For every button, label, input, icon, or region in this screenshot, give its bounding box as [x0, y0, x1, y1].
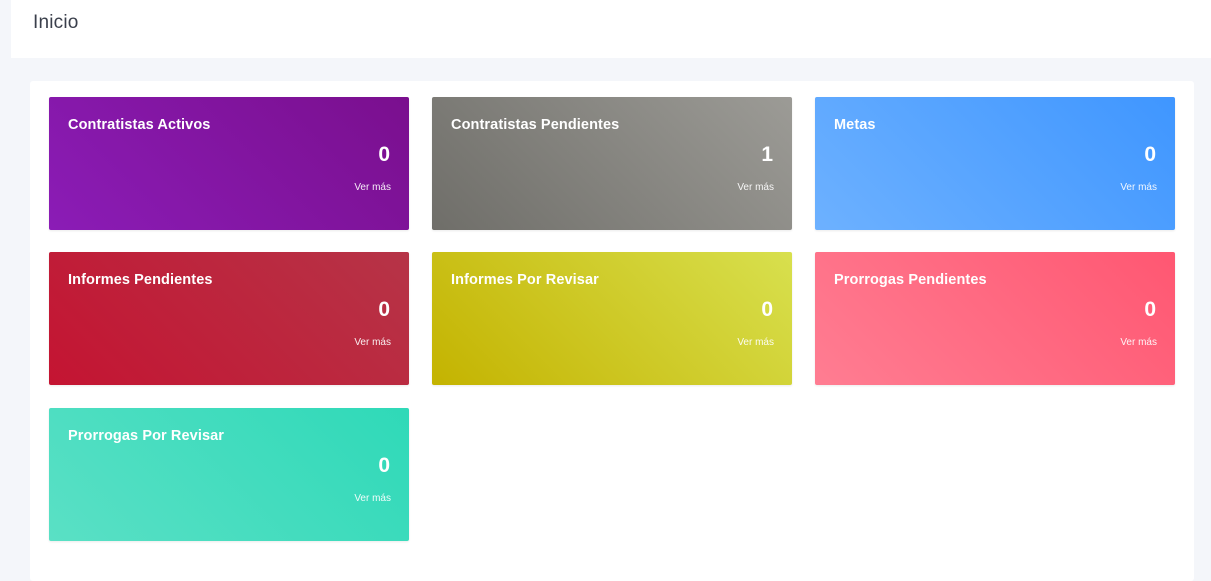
- ver-mas-link[interactable]: Ver más: [737, 337, 774, 348]
- card-count: 0: [761, 298, 773, 321]
- card-prorrogas-pendientes[interactable]: Prorrogas Pendientes 0 Ver más: [815, 252, 1175, 385]
- card-metas[interactable]: Metas 0 Ver más: [815, 97, 1175, 230]
- card-title: Informes Pendientes: [68, 272, 213, 288]
- card-contratistas-pendientes[interactable]: Contratistas Pendientes 1 Ver más: [432, 97, 792, 230]
- card-title: Metas: [834, 117, 876, 133]
- dashboard-panel: Contratistas Activos 0 Ver más Contratis…: [30, 81, 1194, 581]
- ver-mas-link[interactable]: Ver más: [354, 493, 391, 504]
- card-title: Contratistas Pendientes: [451, 117, 620, 133]
- card-count: 0: [378, 143, 390, 166]
- ver-mas-link[interactable]: Ver más: [1120, 337, 1157, 348]
- page-title: Inicio: [33, 12, 79, 33]
- card-title: Contratistas Activos: [68, 117, 211, 133]
- page-header: Inicio: [11, 0, 1211, 58]
- card-count: 1: [761, 143, 773, 166]
- ver-mas-link[interactable]: Ver más: [1120, 182, 1157, 193]
- card-informes-pendientes[interactable]: Informes Pendientes 0 Ver más: [49, 252, 409, 385]
- ver-mas-link[interactable]: Ver más: [354, 182, 391, 193]
- card-informes-por-revisar[interactable]: Informes Por Revisar 0 Ver más: [432, 252, 792, 385]
- card-prorrogas-por-revisar[interactable]: Prorrogas Por Revisar 0 Ver más: [49, 408, 409, 541]
- card-title: Prorrogas Pendientes: [834, 272, 987, 288]
- card-count: 0: [378, 454, 390, 477]
- ver-mas-link[interactable]: Ver más: [737, 182, 774, 193]
- card-title: Informes Por Revisar: [451, 272, 599, 288]
- card-title: Prorrogas Por Revisar: [68, 428, 225, 444]
- ver-mas-link[interactable]: Ver más: [354, 337, 391, 348]
- card-count: 0: [378, 298, 390, 321]
- card-count: 0: [1144, 143, 1156, 166]
- card-contratistas-activos[interactable]: Contratistas Activos 0 Ver más: [49, 97, 409, 230]
- card-count: 0: [1144, 298, 1156, 321]
